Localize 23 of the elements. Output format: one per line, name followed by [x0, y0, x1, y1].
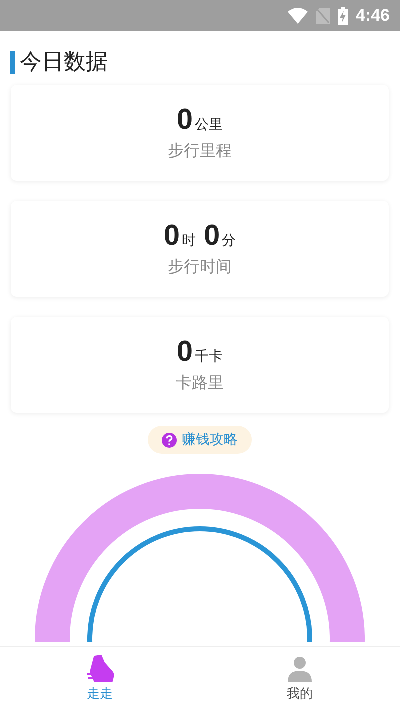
stat-label: 步行时间	[168, 257, 232, 278]
person-icon	[286, 655, 314, 683]
stat-value: 0	[164, 220, 180, 253]
title-accent-bar	[10, 50, 15, 74]
shoe-icon	[85, 655, 115, 683]
nav-tab[interactable]: 我的	[200, 647, 400, 711]
stat-value: 0	[176, 336, 194, 369]
stat-unit: 分	[222, 232, 236, 250]
help-icon	[162, 432, 177, 448]
stat-unit: 公里	[195, 116, 224, 134]
wifi-icon	[288, 8, 308, 24]
stat-value: 0	[204, 220, 220, 253]
stat-label: 步行里程	[168, 141, 232, 162]
stat-unit: 时	[182, 232, 196, 250]
battery-charging-icon	[338, 6, 348, 24]
stat-label: 卡路里	[176, 373, 224, 394]
nav-tab[interactable]: 走走	[0, 647, 200, 711]
stat-value: 0	[176, 104, 194, 137]
section-title: 今日数据	[20, 49, 108, 77]
earning-tips-button[interactable]: 赚钱攻略	[148, 426, 252, 454]
stat-unit: 千卡	[195, 348, 224, 366]
status-time: 4:46	[356, 6, 390, 26]
no-sim-icon	[316, 8, 330, 24]
